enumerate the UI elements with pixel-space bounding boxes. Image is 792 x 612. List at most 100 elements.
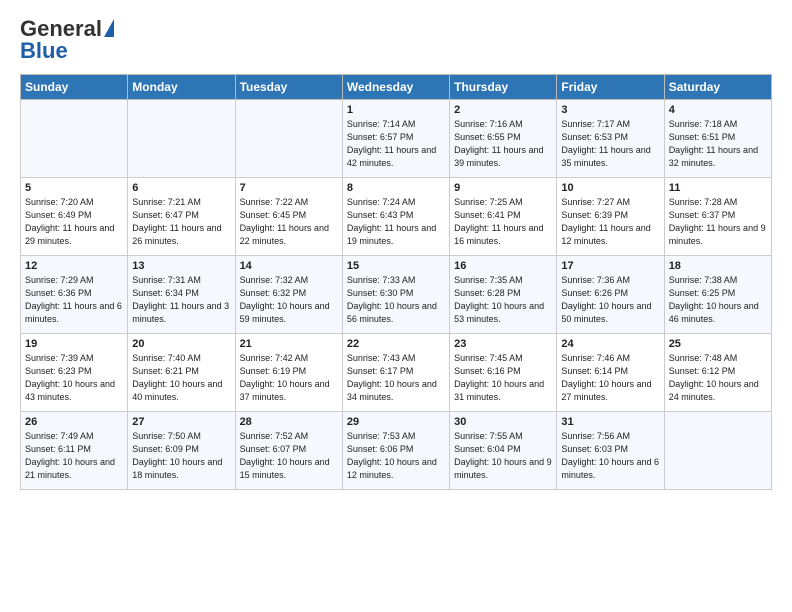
day-number: 27 [132, 416, 230, 428]
day-cell: 10 Sunrise: 7:27 AM Sunset: 6:39 PM Dayli… [557, 178, 664, 256]
day-number: 3 [561, 104, 659, 116]
day-cell: 21 Sunrise: 7:42 AM Sunset: 6:19 PM Dayli… [235, 334, 342, 412]
day-cell: 29Sunrise: 7:53 AM Sunset: 6:06 PM Dayli… [342, 412, 449, 490]
day-cell: 1 Sunrise: 7:14 AM Sunset: 6:57 PM Daylig… [342, 100, 449, 178]
header: General Blue [20, 16, 772, 64]
day-number: 6 [132, 182, 230, 194]
day-info: Sunrise: 7:31 AM Sunset: 6:34 PM Dayligh… [132, 274, 230, 326]
logo-line2: Blue [20, 38, 68, 64]
day-cell: 2 Sunrise: 7:16 AM Sunset: 6:55 PM Daylig… [450, 100, 557, 178]
day-number: 1 [347, 104, 445, 116]
day-number: 12 [25, 260, 123, 272]
day-cell: 26 Sunrise: 7:49 AM Sunset: 6:11 PM Dayli… [21, 412, 128, 490]
header-cell-friday: Friday [557, 75, 664, 100]
header-cell-monday: Monday [128, 75, 235, 100]
day-number: 2 [454, 104, 552, 116]
day-number: 17 [561, 260, 659, 272]
day-info: Sunrise: 7:42 AM Sunset: 6:19 PM Dayligh… [240, 352, 338, 404]
day-number: 5 [25, 182, 123, 194]
day-number: 11 [669, 182, 767, 194]
day-number: 15 [347, 260, 445, 272]
day-cell: 7 Sunrise: 7:22 AM Sunset: 6:45 PM Daylig… [235, 178, 342, 256]
day-cell: 12 Sunrise: 7:29 AM Sunset: 6:36 PM Dayli… [21, 256, 128, 334]
header-row: SundayMondayTuesdayWednesdayThursdayFrid… [21, 75, 772, 100]
day-cell [235, 100, 342, 178]
day-number: 23 [454, 338, 552, 350]
page: General Blue SundayMondayTuesdayWednesda… [0, 0, 792, 612]
day-info: Sunrise: 7:22 AM Sunset: 6:45 PM Dayligh… [240, 196, 338, 248]
day-info: Sunrise: 7:16 AM Sunset: 6:55 PM Dayligh… [454, 118, 552, 170]
week-row-1: 5Sunrise: 7:20 AM Sunset: 6:49 PM Daylig… [21, 178, 772, 256]
day-cell: 17 Sunrise: 7:36 AM Sunset: 6:26 PM Dayli… [557, 256, 664, 334]
day-info: Sunrise: 7:43 AM Sunset: 6:17 PM Dayligh… [347, 352, 445, 404]
day-cell: 9Sunrise: 7:25 AM Sunset: 6:41 PM Daylig… [450, 178, 557, 256]
day-cell: 5Sunrise: 7:20 AM Sunset: 6:49 PM Daylig… [21, 178, 128, 256]
day-cell: 28Sunrise: 7:52 AM Sunset: 6:07 PM Dayli… [235, 412, 342, 490]
day-info: Sunrise: 7:21 AM Sunset: 6:47 PM Dayligh… [132, 196, 230, 248]
day-cell: 15 Sunrise: 7:33 AM Sunset: 6:30 PM Dayli… [342, 256, 449, 334]
day-info: Sunrise: 7:29 AM Sunset: 6:36 PM Dayligh… [25, 274, 123, 326]
day-info: Sunrise: 7:46 AM Sunset: 6:14 PM Dayligh… [561, 352, 659, 404]
week-row-3: 19Sunrise: 7:39 AM Sunset: 6:23 PM Dayli… [21, 334, 772, 412]
day-number: 9 [454, 182, 552, 194]
day-info: Sunrise: 7:36 AM Sunset: 6:26 PM Dayligh… [561, 274, 659, 326]
day-number: 20 [132, 338, 230, 350]
day-info: Sunrise: 7:35 AM Sunset: 6:28 PM Dayligh… [454, 274, 552, 326]
day-info: Sunrise: 7:27 AM Sunset: 6:39 PM Dayligh… [561, 196, 659, 248]
day-number: 28 [240, 416, 338, 428]
header-cell-wednesday: Wednesday [342, 75, 449, 100]
day-cell: 3 Sunrise: 7:17 AM Sunset: 6:53 PM Daylig… [557, 100, 664, 178]
day-number: 21 [240, 338, 338, 350]
day-info: Sunrise: 7:28 AM Sunset: 6:37 PM Dayligh… [669, 196, 767, 248]
day-cell: 8 Sunrise: 7:24 AM Sunset: 6:43 PM Daylig… [342, 178, 449, 256]
day-cell [664, 412, 771, 490]
day-cell: 14 Sunrise: 7:32 AM Sunset: 6:32 PM Dayli… [235, 256, 342, 334]
day-info: Sunrise: 7:18 AM Sunset: 6:51 PM Dayligh… [669, 118, 767, 170]
logo-triangle-icon [104, 19, 114, 37]
day-info: Sunrise: 7:17 AM Sunset: 6:53 PM Dayligh… [561, 118, 659, 170]
day-cell: 19Sunrise: 7:39 AM Sunset: 6:23 PM Dayli… [21, 334, 128, 412]
day-info: Sunrise: 7:38 AM Sunset: 6:25 PM Dayligh… [669, 274, 767, 326]
calendar-table: SundayMondayTuesdayWednesdayThursdayFrid… [20, 74, 772, 490]
day-info: Sunrise: 7:50 AM Sunset: 6:09 PM Dayligh… [132, 430, 230, 482]
day-cell [21, 100, 128, 178]
day-cell [128, 100, 235, 178]
day-cell: 31 Sunrise: 7:56 AM Sunset: 6:03 PM Dayli… [557, 412, 664, 490]
week-row-0: 1 Sunrise: 7:14 AM Sunset: 6:57 PM Daylig… [21, 100, 772, 178]
day-info: Sunrise: 7:49 AM Sunset: 6:11 PM Dayligh… [25, 430, 123, 482]
day-number: 30 [454, 416, 552, 428]
header-cell-thursday: Thursday [450, 75, 557, 100]
day-number: 10 [561, 182, 659, 194]
day-number: 8 [347, 182, 445, 194]
day-number: 22 [347, 338, 445, 350]
logo: General Blue [20, 16, 114, 64]
day-cell: 20Sunrise: 7:40 AM Sunset: 6:21 PM Dayli… [128, 334, 235, 412]
day-cell: 22 Sunrise: 7:43 AM Sunset: 6:17 PM Dayli… [342, 334, 449, 412]
day-info: Sunrise: 7:24 AM Sunset: 6:43 PM Dayligh… [347, 196, 445, 248]
day-number: 13 [132, 260, 230, 272]
day-number: 31 [561, 416, 659, 428]
day-info: Sunrise: 7:33 AM Sunset: 6:30 PM Dayligh… [347, 274, 445, 326]
day-cell: 13 Sunrise: 7:31 AM Sunset: 6:34 PM Dayli… [128, 256, 235, 334]
day-cell: 23 Sunrise: 7:45 AM Sunset: 6:16 PM Dayli… [450, 334, 557, 412]
day-info: Sunrise: 7:55 AM Sunset: 6:04 PM Dayligh… [454, 430, 552, 482]
day-info: Sunrise: 7:45 AM Sunset: 6:16 PM Dayligh… [454, 352, 552, 404]
day-info: Sunrise: 7:32 AM Sunset: 6:32 PM Dayligh… [240, 274, 338, 326]
day-number: 14 [240, 260, 338, 272]
day-number: 7 [240, 182, 338, 194]
header-cell-tuesday: Tuesday [235, 75, 342, 100]
week-row-4: 26 Sunrise: 7:49 AM Sunset: 6:11 PM Dayli… [21, 412, 772, 490]
day-number: 16 [454, 260, 552, 272]
day-cell: 24Sunrise: 7:46 AM Sunset: 6:14 PM Dayli… [557, 334, 664, 412]
day-cell: 27 Sunrise: 7:50 AM Sunset: 6:09 PM Dayli… [128, 412, 235, 490]
day-number: 18 [669, 260, 767, 272]
week-row-2: 12 Sunrise: 7:29 AM Sunset: 6:36 PM Dayli… [21, 256, 772, 334]
day-info: Sunrise: 7:56 AM Sunset: 6:03 PM Dayligh… [561, 430, 659, 482]
day-info: Sunrise: 7:48 AM Sunset: 6:12 PM Dayligh… [669, 352, 767, 404]
day-number: 26 [25, 416, 123, 428]
day-info: Sunrise: 7:39 AM Sunset: 6:23 PM Dayligh… [25, 352, 123, 404]
day-cell: 18 Sunrise: 7:38 AM Sunset: 6:25 PM Dayli… [664, 256, 771, 334]
day-cell: 11 Sunrise: 7:28 AM Sunset: 6:37 PM Dayli… [664, 178, 771, 256]
day-number: 29 [347, 416, 445, 428]
day-info: Sunrise: 7:14 AM Sunset: 6:57 PM Dayligh… [347, 118, 445, 170]
